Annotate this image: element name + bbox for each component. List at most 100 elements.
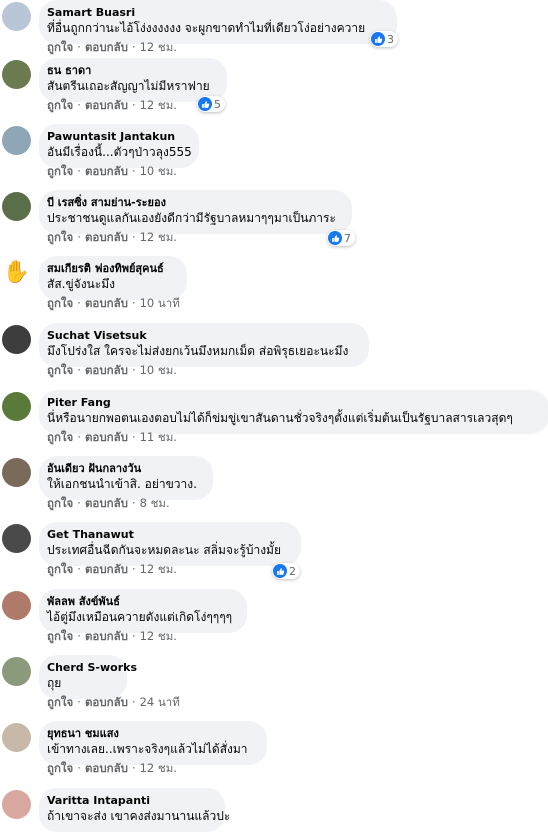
comment-text: ที่อื่นถูกกว่านะไอ้โง่งงงงงง จะผูกขาดทำไ… [47, 21, 366, 35]
like-button[interactable]: ถูกใจ [47, 230, 73, 244]
comment-author[interactable]: อันเดียว ฝันกลางวัน [47, 462, 201, 476]
avatar[interactable] [2, 591, 31, 620]
like-button[interactable]: ถูกใจ [47, 164, 73, 178]
avatar[interactable] [2, 657, 31, 686]
reaction-count[interactable]: 7 [327, 230, 355, 246]
comment-author[interactable]: Suchat Visetsuk [47, 329, 357, 343]
separator-dot: · [77, 40, 81, 54]
comment-author[interactable]: ธน ธาดา [47, 64, 215, 78]
comment-bubble: Pawuntasit Jantakun อันมีเรื่องนี้...ตัวๆ… [39, 124, 199, 168]
like-button[interactable]: ถูกใจ [47, 98, 73, 112]
comment-bubble: Suchat Visetsuk มึงโปร่งใส ใครจะไม่ส่งยกเ… [39, 323, 369, 367]
comment-actions: ถูกใจ · ตอบกลับ · 10 ชม. [47, 363, 177, 377]
comment-timestamp[interactable]: 12 ชม. [140, 40, 177, 54]
reply-button[interactable]: ตอบกลับ [85, 629, 128, 643]
comment-actions: ถูกใจ · ตอบกลับ · 12 ชม. [47, 761, 177, 775]
comment-timestamp[interactable]: 10 ชม. [140, 363, 177, 377]
reply-button[interactable]: ตอบกลับ [85, 562, 128, 576]
separator-dot: · [131, 296, 136, 310]
comment-bubble: Samart Buasri ที่อื่นถูกกว่านะไอ้โง่งงงงง… [39, 0, 397, 44]
like-button[interactable]: ถูกใจ [47, 562, 73, 576]
comment-timestamp[interactable]: 12 ชม. [140, 98, 177, 112]
reply-button[interactable]: ตอบกลับ [85, 761, 128, 775]
comment-text: ให้เอกชนนำเข้าสิ. อย่าขวาง. [47, 477, 197, 491]
comment-actions: ถูกใจ · ตอบกลับ · 12 ชม. [47, 562, 177, 576]
comment-bubble: ยุทธนา ชมแสง เข้าทางเลย..เพราะจริงๆแล้วไม… [39, 721, 267, 765]
reply-button[interactable]: ตอบกลับ [85, 98, 128, 112]
comment-timestamp[interactable]: 11 ชม. [140, 430, 177, 444]
reaction-count[interactable]: 5 [197, 96, 225, 112]
comment-author[interactable]: Get Thanawut [47, 528, 289, 542]
comment-text: ประชาชนดูแลกันเองยังดีกว่ามีรัฐบาลหมาๆๆม… [47, 211, 336, 225]
like-button[interactable]: ถูกใจ [47, 496, 73, 510]
avatar[interactable] [2, 392, 31, 421]
separator-dot: · [131, 629, 136, 643]
comment-author[interactable]: Cherd S-works [47, 661, 137, 675]
comment-author[interactable]: สมเกียรติ ฟองทิพย์สุคนธ์ [47, 262, 175, 276]
like-button[interactable]: ถูกใจ [47, 40, 73, 54]
comment-timestamp[interactable]: 12 ชม. [140, 562, 177, 576]
like-button[interactable]: ถูกใจ [47, 363, 73, 377]
comment-timestamp[interactable]: 12 ชม. [140, 230, 177, 244]
avatar[interactable] [2, 524, 31, 553]
comment-text: ประเทศอื่นฉีดกันจะหมดละนะ สลิ่มจะรู้บ้าง… [47, 543, 281, 557]
like-icon [198, 97, 212, 111]
comment-author[interactable]: Varitta Intapanti [47, 794, 213, 808]
separator-dot: · [131, 430, 136, 444]
avatar[interactable] [2, 2, 31, 31]
like-button[interactable]: ถูกใจ [47, 695, 73, 709]
separator-dot: · [131, 40, 136, 54]
comment-actions: ถูกใจ · ตอบกลับ · 12 ชม. [47, 98, 177, 112]
comment-author[interactable]: บี เรสซิ่ง สามย่าน-ระยอง [47, 196, 340, 210]
comment-author[interactable]: ยุทธนา ชมแสง [47, 727, 255, 741]
like-button[interactable]: ถูกใจ [47, 761, 73, 775]
comment-text: ไอ้ตู่มึงเหมือนควายดังแต่เกิดโง่ๆๆๆๆ [47, 610, 233, 624]
reaction-number: 2 [289, 564, 296, 578]
reply-button[interactable]: ตอบกลับ [85, 363, 128, 377]
comment-author[interactable]: พัลลพ สังข์พันธ์ [47, 595, 235, 609]
like-button[interactable]: ถูกใจ [47, 296, 73, 310]
comment-text: ถุย [47, 676, 62, 690]
separator-dot: · [131, 164, 136, 178]
comment-bubble: Varitta Intapanti ถ้าเขาจะส่ง เขาคงส่งมาน… [39, 788, 231, 832]
avatar[interactable] [2, 723, 31, 752]
reply-button[interactable]: ตอบกลับ [85, 296, 128, 310]
comment-timestamp[interactable]: 12 ชม. [140, 629, 177, 643]
avatar[interactable] [2, 790, 31, 819]
like-button[interactable]: ถูกใจ [47, 430, 73, 444]
comment-bubble: บี เรสซิ่ง สามย่าน-ระยอง ประชาชนดูแลกันเอ… [39, 190, 352, 234]
comment-timestamp[interactable]: 10 ชม. [140, 164, 177, 178]
reply-button[interactable]: ตอบกลับ [85, 430, 128, 444]
comment-text: ถ้าเขาจะส่ง เขาคงส่งมานานแล้วปะ [47, 809, 231, 823]
avatar[interactable] [2, 60, 31, 89]
comment-bubble: Get Thanawut ประเทศอื่นฉีดกันจะหมดละนะ สล… [39, 522, 301, 566]
comment-actions: ถูกใจ · ตอบกลับ · 8 ชม. [47, 496, 170, 510]
reaction-number: 7 [344, 231, 351, 245]
comment-author[interactable]: Samart Buasri [47, 6, 385, 20]
comment-timestamp[interactable]: 10 นาที [140, 296, 180, 310]
comment-timestamp[interactable]: 24 นาที [140, 695, 180, 709]
comment-timestamp[interactable]: 8 ชม. [140, 496, 170, 510]
reaction-count[interactable]: 2 [272, 563, 300, 579]
separator-dot: · [77, 496, 81, 510]
comment-text: นี่หรือนายกพอตนเองตอบไม่ได้ก็ข่มขู่เขาสั… [47, 411, 513, 425]
like-button[interactable]: ถูกใจ [47, 629, 73, 643]
separator-dot: · [131, 363, 136, 377]
comment-author[interactable]: Pawuntasit Jantakun [47, 130, 187, 144]
reaction-count[interactable]: 3 [370, 31, 398, 47]
separator-dot: · [77, 296, 81, 310]
comment-author[interactable]: Piter Fang [47, 396, 537, 410]
avatar[interactable] [2, 126, 31, 155]
comment-timestamp[interactable]: 12 ชม. [140, 761, 177, 775]
reply-button[interactable]: ตอบกลับ [85, 695, 128, 709]
reply-button[interactable]: ตอบกลับ [85, 230, 128, 244]
separator-dot: · [77, 98, 81, 112]
avatar[interactable] [2, 325, 31, 354]
reply-button[interactable]: ตอบกลับ [85, 164, 128, 178]
reply-button[interactable]: ตอบกลับ [85, 40, 128, 54]
reply-button[interactable]: ตอบกลับ [85, 496, 128, 510]
avatar[interactable] [2, 192, 31, 221]
avatar[interactable] [2, 458, 31, 487]
separator-dot: · [77, 430, 81, 444]
hand-icon[interactable]: ✋ [2, 258, 31, 287]
